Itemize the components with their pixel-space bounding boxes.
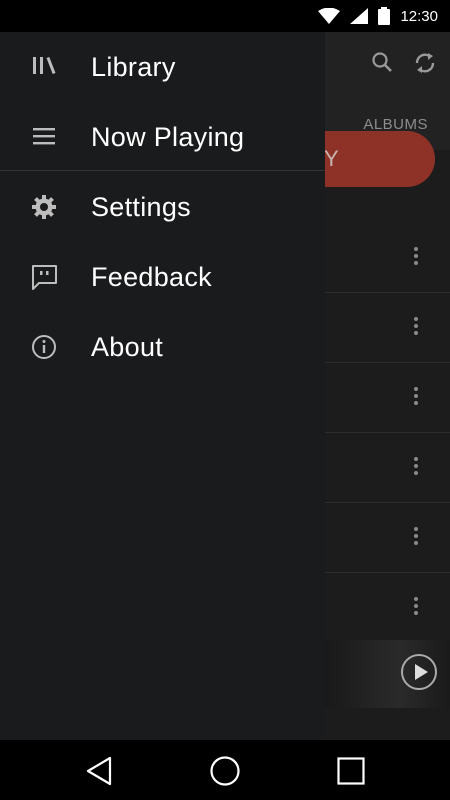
menu-lines-icon [33, 128, 55, 145]
play-icon[interactable] [401, 654, 437, 690]
list-item[interactable] [325, 222, 450, 293]
more-options-icon[interactable] [414, 597, 418, 618]
system-nav-bar [0, 740, 450, 800]
recents-icon[interactable] [335, 755, 367, 787]
drawer-item-label: Now Playing [91, 121, 245, 152]
info-icon [32, 335, 56, 359]
drawer-item-label: About [91, 331, 164, 362]
sync-icon[interactable] [412, 50, 438, 76]
list-item[interactable] [325, 432, 450, 503]
back-icon[interactable] [84, 755, 116, 787]
list-item[interactable] [325, 572, 450, 643]
signal-icon [350, 8, 369, 24]
home-icon[interactable] [209, 755, 241, 787]
drawer-item-label: Feedback [91, 261, 212, 292]
more-options-icon[interactable] [414, 527, 418, 548]
list-item[interactable] [325, 362, 450, 433]
wifi-icon [318, 8, 341, 24]
list-item[interactable] [325, 292, 450, 363]
more-options-icon[interactable] [414, 387, 418, 408]
drawer-item-feedback[interactable]: Feedback [0, 242, 325, 312]
more-options-icon[interactable] [414, 457, 418, 478]
shuffle-play-label: Y [324, 146, 339, 171]
drawer-item-about[interactable]: About [0, 312, 325, 382]
status-time: 12:30 [400, 7, 438, 25]
drawer-item-label: Library [91, 51, 176, 82]
drawer-item-settings[interactable]: Settings [0, 172, 325, 242]
more-options-icon[interactable] [414, 247, 418, 268]
battery-icon [378, 7, 391, 25]
feedback-icon [32, 265, 57, 290]
navigation-drawer: Library Now Playing Settings Feedback Ab… [0, 32, 325, 740]
library-icon [33, 57, 56, 74]
more-options-icon[interactable] [414, 317, 418, 338]
drawer-divider [0, 170, 325, 171]
drawer-item-library[interactable]: Library [0, 32, 325, 102]
list-item[interactable] [325, 502, 450, 573]
status-bar: 12:30 [0, 0, 450, 32]
gear-icon [32, 195, 56, 219]
drawer-item-label: Settings [91, 191, 191, 222]
drawer-item-now-playing[interactable]: Now Playing [0, 102, 325, 172]
search-icon[interactable] [370, 50, 394, 74]
